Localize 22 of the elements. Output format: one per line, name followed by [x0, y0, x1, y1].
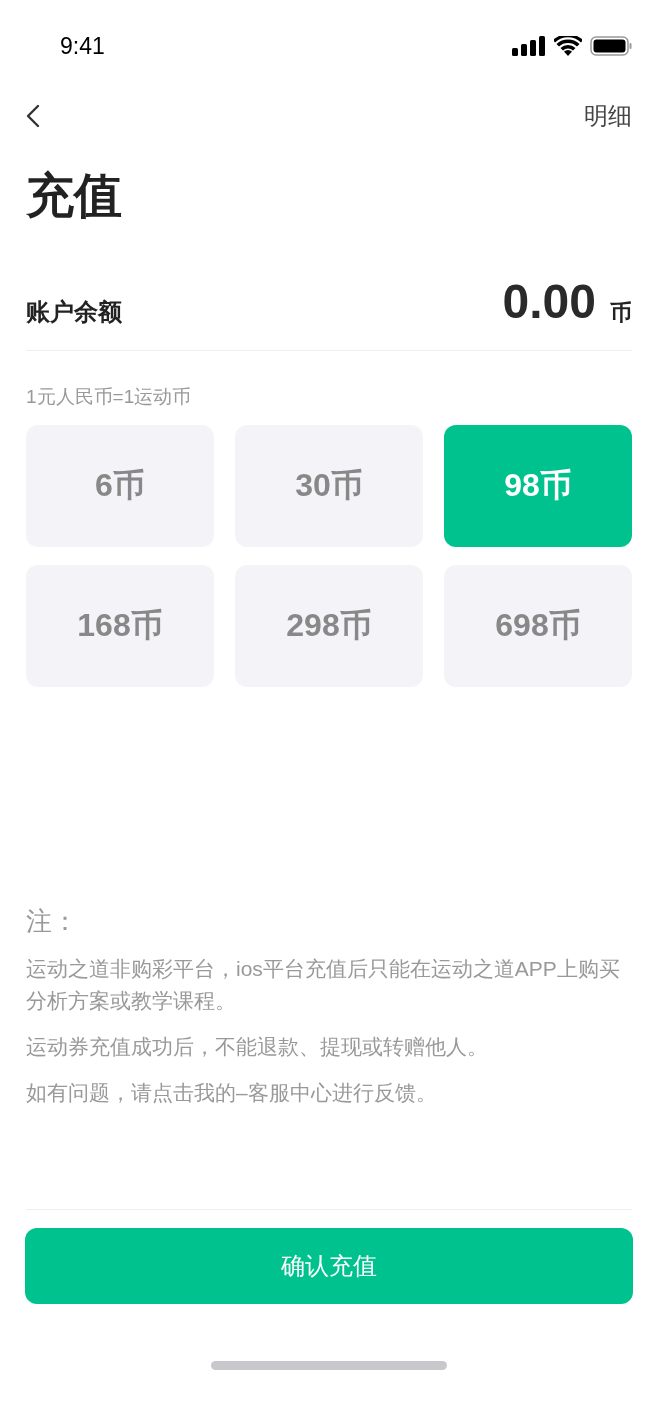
signal-icon [512, 36, 546, 56]
amount-option[interactable]: 698币 [444, 565, 632, 687]
wifi-icon [554, 36, 582, 56]
balance-amount: 0.00 [502, 276, 596, 328]
amount-option[interactable]: 98币 [444, 425, 632, 547]
notes-heading: 注： [26, 905, 79, 938]
exchange-rate: 1元人民币=1运动币 [26, 385, 193, 409]
back-icon[interactable] [26, 104, 40, 128]
amount-option[interactable]: 30币 [235, 425, 423, 547]
details-link[interactable]: 明细 [584, 100, 632, 132]
amount-option[interactable]: 6币 [26, 425, 214, 547]
note-text: 运动之道非购彩平台，ios平台充值后只能在运动之道APP上购买分析方案或教学课程。 [26, 956, 621, 1014]
amount-option[interactable]: 168币 [26, 565, 214, 687]
balance-unit: 币 [610, 299, 632, 327]
status-time: 9:41 [60, 32, 105, 60]
note-text: 如有问题，请点击我的–客服中心进行反馈。 [26, 1080, 438, 1106]
note-text: 运动券充值成功后，不能退款、提现或转赠他人。 [26, 1034, 489, 1060]
confirm-button[interactable]: 确认充值 [25, 1228, 633, 1304]
balance-label: 账户余额 [26, 297, 122, 327]
page-title: 充值 [26, 168, 123, 224]
battery-icon [590, 36, 632, 56]
amount-option[interactable]: 298币 [235, 565, 423, 687]
